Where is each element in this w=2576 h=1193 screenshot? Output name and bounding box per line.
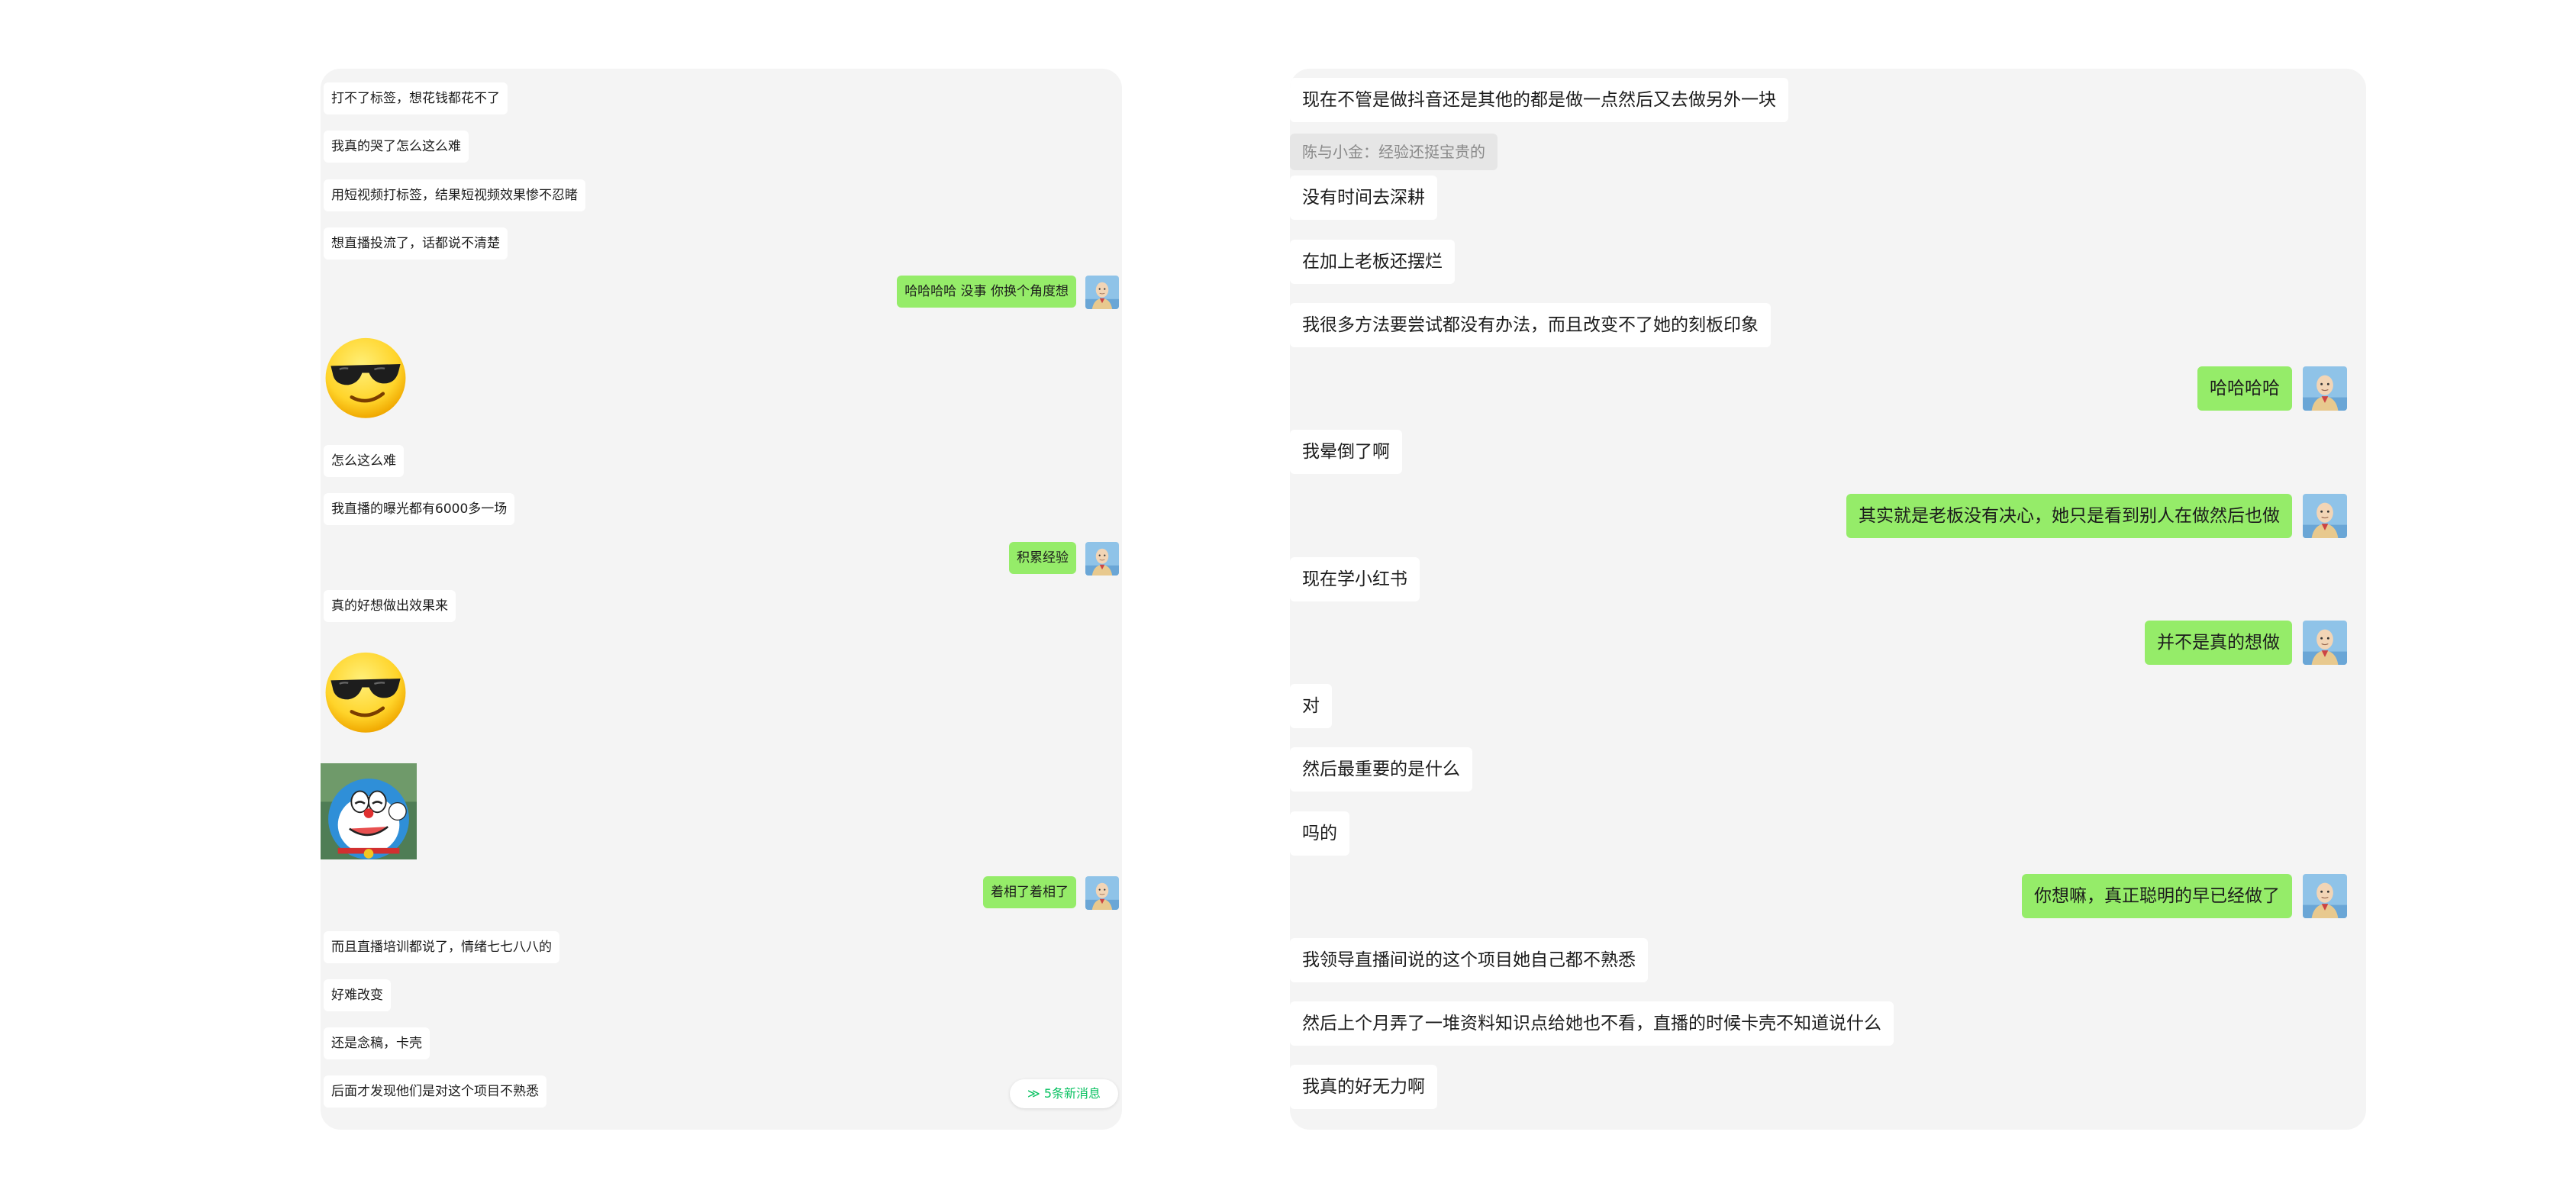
received-message-bubble[interactable]: 在加上老板还摆烂 xyxy=(1290,240,1455,284)
received-message-bubble[interactable]: 然后上个月弄了一堆资料知识点给她也不看，直播的时候卡壳不知道说什么 xyxy=(1290,1001,1894,1046)
received-message-bubble[interactable]: 还是念稿，卡壳 xyxy=(324,1027,430,1059)
right-chat-panel: 现在不管是做抖音还是其他的都是做一点然后又去做另外一块陈与小金：经验还挺宝贵的没… xyxy=(1290,69,2366,1130)
received-message-bubble[interactable]: 我领导直播间说的这个项目她自己都不熟悉 xyxy=(1290,938,1648,982)
sent-message-bubble[interactable]: 其实就是老板没有决心，她只是看到别人在做然后也做 xyxy=(1846,494,2292,538)
received-message-bubble[interactable]: 怎么这么难 xyxy=(324,445,404,477)
avatar-icon[interactable] xyxy=(2303,874,2347,918)
received-message-bubble[interactable]: 我晕倒了啊 xyxy=(1290,430,1402,474)
sunglasses-emoji-icon[interactable] xyxy=(322,333,409,420)
received-message-bubble[interactable]: 吗的 xyxy=(1290,811,1349,856)
received-message-bubble[interactable]: 真的好想做出效果来 xyxy=(324,590,456,622)
left-message-list[interactable]: 打不了标签，想花钱都花不了 我真的哭了怎么这么难用短视频打标签，结果短视频效果惨不… xyxy=(321,69,1122,1130)
received-message-bubble[interactable]: 现在不管是做抖音还是其他的都是做一点然后又去做另外一块 xyxy=(1290,78,1788,122)
received-message-bubble[interactable]: 然后最重要的是什么 xyxy=(1290,747,1472,792)
right-message-list[interactable]: 现在不管是做抖音还是其他的都是做一点然后又去做另外一块陈与小金：经验还挺宝贵的没… xyxy=(1290,69,2366,1130)
received-message-bubble[interactable]: 我很多方法要尝试都没有办法，而且改变不了她的刻板印象 xyxy=(1290,303,1771,347)
avatar-icon[interactable] xyxy=(1085,876,1119,910)
sent-message-bubble[interactable]: 哈哈哈哈 没事 你换个角度想 xyxy=(897,276,1076,308)
received-message-bubble[interactable]: 我真的好无力啊 xyxy=(1290,1065,1437,1109)
avatar-icon[interactable] xyxy=(2303,621,2347,665)
avatar-icon[interactable] xyxy=(1085,542,1119,576)
sent-message-bubble[interactable]: 哈哈哈哈 xyxy=(2197,366,2292,411)
received-message-bubble[interactable]: 后面才发现他们是对这个项目不熟悉 xyxy=(324,1075,546,1108)
avatar-icon[interactable] xyxy=(2303,366,2347,411)
received-message-bubble[interactable]: 我真的哭了怎么这么难 xyxy=(324,131,469,163)
avatar-icon[interactable] xyxy=(1085,276,1119,309)
doraemon-sticker-icon[interactable] xyxy=(321,763,417,859)
sent-message-bubble[interactable]: 你想嘛，真正聪明的早已经做了 xyxy=(2022,874,2292,918)
received-message-bubble[interactable]: 现在学小红书 xyxy=(1290,557,1420,601)
received-message-bubble[interactable]: 想直播投流了，话都说不清楚 xyxy=(324,227,508,260)
new-messages-badge[interactable]: ≫ 5条新消息 xyxy=(1010,1079,1118,1108)
quoted-message[interactable]: 陈与小金：经验还挺宝贵的 xyxy=(1290,134,1498,170)
received-message-bubble[interactable]: 好难改变 xyxy=(324,979,391,1011)
received-message-bubble[interactable]: 打不了标签，想花钱都花不了 xyxy=(324,82,508,114)
received-message-bubble[interactable]: 没有时间去深耕 xyxy=(1290,176,1437,220)
received-message-bubble[interactable]: 对 xyxy=(1290,684,1332,728)
left-chat-panel: 打不了标签，想花钱都花不了 我真的哭了怎么这么难用短视频打标签，结果短视频效果惨不… xyxy=(321,69,1122,1130)
sent-message-bubble[interactable]: 积累经验 xyxy=(1009,542,1076,574)
sent-message-bubble[interactable]: 着相了着相了 xyxy=(983,876,1076,908)
sunglasses-emoji-icon[interactable] xyxy=(322,647,409,734)
received-message-bubble[interactable]: 而且直播培训都说了，情绪七七八八的 xyxy=(324,931,559,963)
sent-message-bubble[interactable]: 并不是真的想做 xyxy=(2145,621,2292,665)
received-message-bubble[interactable]: 用短视频打标签，结果短视频效果惨不忍睹 xyxy=(324,179,585,211)
received-message-bubble[interactable]: 我直播的曝光都有6000多一场 xyxy=(324,493,515,525)
avatar-icon[interactable] xyxy=(2303,494,2347,538)
